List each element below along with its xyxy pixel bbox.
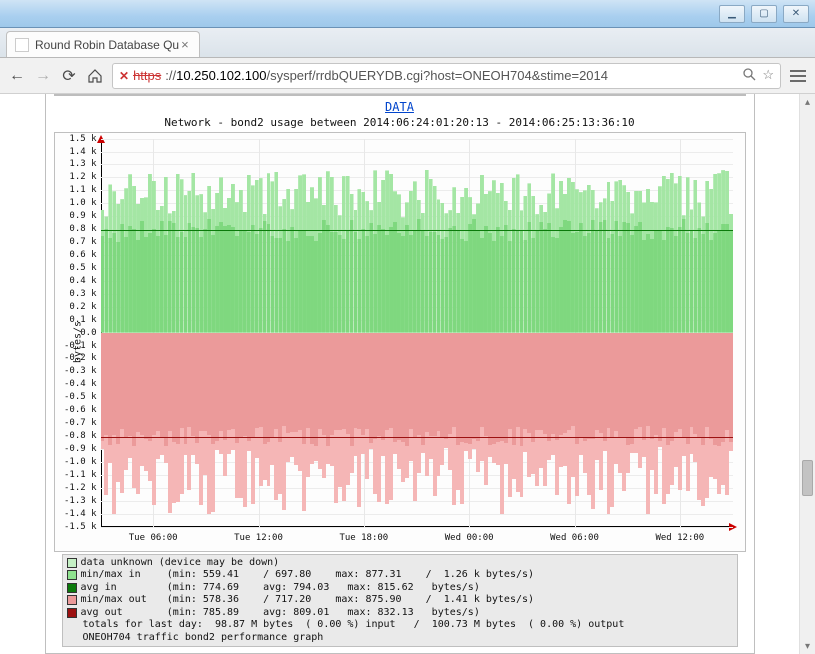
url-scheme: https: [133, 68, 161, 83]
window-maximize-button[interactable]: ▢: [751, 5, 777, 23]
legend-swatch-minmax-out: [67, 595, 77, 605]
y-tick-label: -1.0 k: [59, 457, 97, 467]
y-tick-label: 1.5 k: [59, 134, 97, 144]
y-tick-label: 0.5 k: [59, 263, 97, 273]
y-tick-label: 0.4 k: [59, 276, 97, 286]
x-axis-arrow-icon: [729, 523, 737, 531]
chart-legend: data unknown (device may be down) min/ma…: [62, 554, 738, 648]
bookmark-star-icon[interactable]: ☆: [762, 67, 774, 84]
ssl-warning-icon: ✕: [119, 69, 129, 83]
legend-swatch-unknown: [67, 558, 77, 568]
y-tick-label: 1.0 k: [59, 198, 97, 208]
address-bar[interactable]: ✕ https ://10.250.102.100/sysperf/rrdbQU…: [112, 63, 781, 89]
back-button[interactable]: ←: [8, 67, 26, 85]
vertical-scrollbar[interactable]: ▴ ▾: [799, 94, 815, 654]
y-tick-label: 0.9 k: [59, 211, 97, 221]
chart-plot: 1.5 k1.4 k1.3 k1.2 k1.1 k1.0 k0.9 k0.8 k…: [101, 139, 733, 527]
search-in-page-icon[interactable]: [742, 67, 756, 84]
scroll-up-arrow-icon[interactable]: ▴: [800, 94, 815, 110]
x-tick-label: Wed 00:00: [445, 533, 494, 543]
x-tick-label: Tue 12:00: [234, 533, 283, 543]
x-tick-label: Tue 06:00: [129, 533, 178, 543]
y-tick-label: -0.7 k: [59, 418, 97, 428]
scroll-down-arrow-icon[interactable]: ▾: [800, 638, 815, 654]
y-tick-label: -0.1 k: [59, 341, 97, 351]
y-tick-label: 0.3 k: [59, 289, 97, 299]
legend-swatch-minmax-in: [67, 570, 77, 580]
browser-tab[interactable]: Round Robin Database Qu ×: [6, 31, 200, 57]
y-tick-label: 0.8 k: [59, 224, 97, 234]
chart-plot-area: bytes/s 1.5 k1.4 k1.3 k1.2 k1.1 k1.0 k0.…: [54, 132, 746, 552]
legend-footer: ONEOH704 traffic bond2 performance graph: [67, 632, 733, 645]
y-tick-label: -0.4 k: [59, 379, 97, 389]
url-text: ://10.250.102.100/sysperf/rrdbQUERYDB.cg…: [165, 68, 608, 83]
tab-title: Round Robin Database Qu: [35, 38, 179, 52]
legend-swatch-avg-out: [67, 608, 77, 618]
y-tick-label: -0.8 k: [59, 431, 97, 441]
y-tick-label: -0.3 k: [59, 366, 97, 376]
data-link[interactable]: DATA: [46, 100, 754, 114]
page-icon: [15, 38, 29, 52]
y-tick-label: -1.3 k: [59, 496, 97, 506]
chart-title: Network - bond2 usage between 2014:06:24…: [54, 116, 746, 129]
y-tick-label: -0.2 k: [59, 353, 97, 363]
page-viewport: DATA Network - bond2 usage between 2014:…: [0, 94, 815, 654]
y-tick-label: 0.1 k: [59, 315, 97, 325]
window-close-button[interactable]: ✕: [783, 5, 809, 23]
y-tick-label: -0.5 k: [59, 392, 97, 402]
y-tick-label: 1.4 k: [59, 147, 97, 157]
legend-totals: totals for last day: 98.87 M bytes ( 0.0…: [67, 619, 733, 632]
scroll-thumb[interactable]: [802, 460, 813, 496]
y-tick-label: 0.2 k: [59, 302, 97, 312]
y-tick-label: 0.0: [59, 328, 97, 338]
y-axis-arrow-icon: [97, 135, 105, 143]
window-minimize-button[interactable]: ▁: [719, 5, 745, 23]
y-tick-label: -1.1 k: [59, 470, 97, 480]
y-tick-label: -1.4 k: [59, 509, 97, 519]
x-axis: [101, 526, 733, 527]
legend-minmax-in: min/max in (min: 559.41 / 697.80 max: 87…: [67, 569, 733, 582]
window-titlebar: ▁ ▢ ✕: [0, 0, 815, 28]
y-tick-label: -0.6 k: [59, 405, 97, 415]
content-section: DATA Network - bond2 usage between 2014:…: [45, 94, 755, 654]
legend-avg-out: avg out (min: 785.89 avg: 809.01 max: 83…: [67, 607, 733, 620]
y-tick-label: 1.3 k: [59, 159, 97, 169]
x-tick-label: Wed 12:00: [655, 533, 704, 543]
y-tick-label: 0.6 k: [59, 250, 97, 260]
reload-button[interactable]: ⟳: [60, 67, 78, 85]
y-tick-label: -1.2 k: [59, 483, 97, 493]
legend-unknown: data unknown (device may be down): [67, 557, 733, 570]
browser-tabs-bar: Round Robin Database Qu ×: [0, 28, 815, 58]
y-tick-label: -0.9 k: [59, 444, 97, 454]
legend-minmax-out: min/max out (min: 578.36 / 717.20 max: 8…: [67, 594, 733, 607]
y-tick-label: 1.2 k: [59, 172, 97, 182]
home-button[interactable]: [86, 67, 104, 85]
x-tick-label: Tue 18:00: [339, 533, 388, 543]
legend-swatch-avg-in: [67, 583, 77, 593]
y-tick-label: 0.7 k: [59, 237, 97, 247]
forward-button[interactable]: →: [34, 67, 52, 85]
x-tick-label: Wed 06:00: [550, 533, 599, 543]
divider: [54, 94, 746, 96]
y-tick-label: 1.1 k: [59, 185, 97, 195]
chart-container: Network - bond2 usage between 2014:06:24…: [54, 116, 746, 647]
browser-menu-button[interactable]: [789, 67, 807, 85]
tab-close-button[interactable]: ×: [179, 37, 191, 52]
browser-toolbar: ← → ⟳ ✕ https ://10.250.102.100/sysperf/…: [0, 58, 815, 94]
y-tick-label: -1.5 k: [59, 522, 97, 532]
legend-avg-in: avg in (min: 774.69 avg: 794.03 max: 815…: [67, 582, 733, 595]
